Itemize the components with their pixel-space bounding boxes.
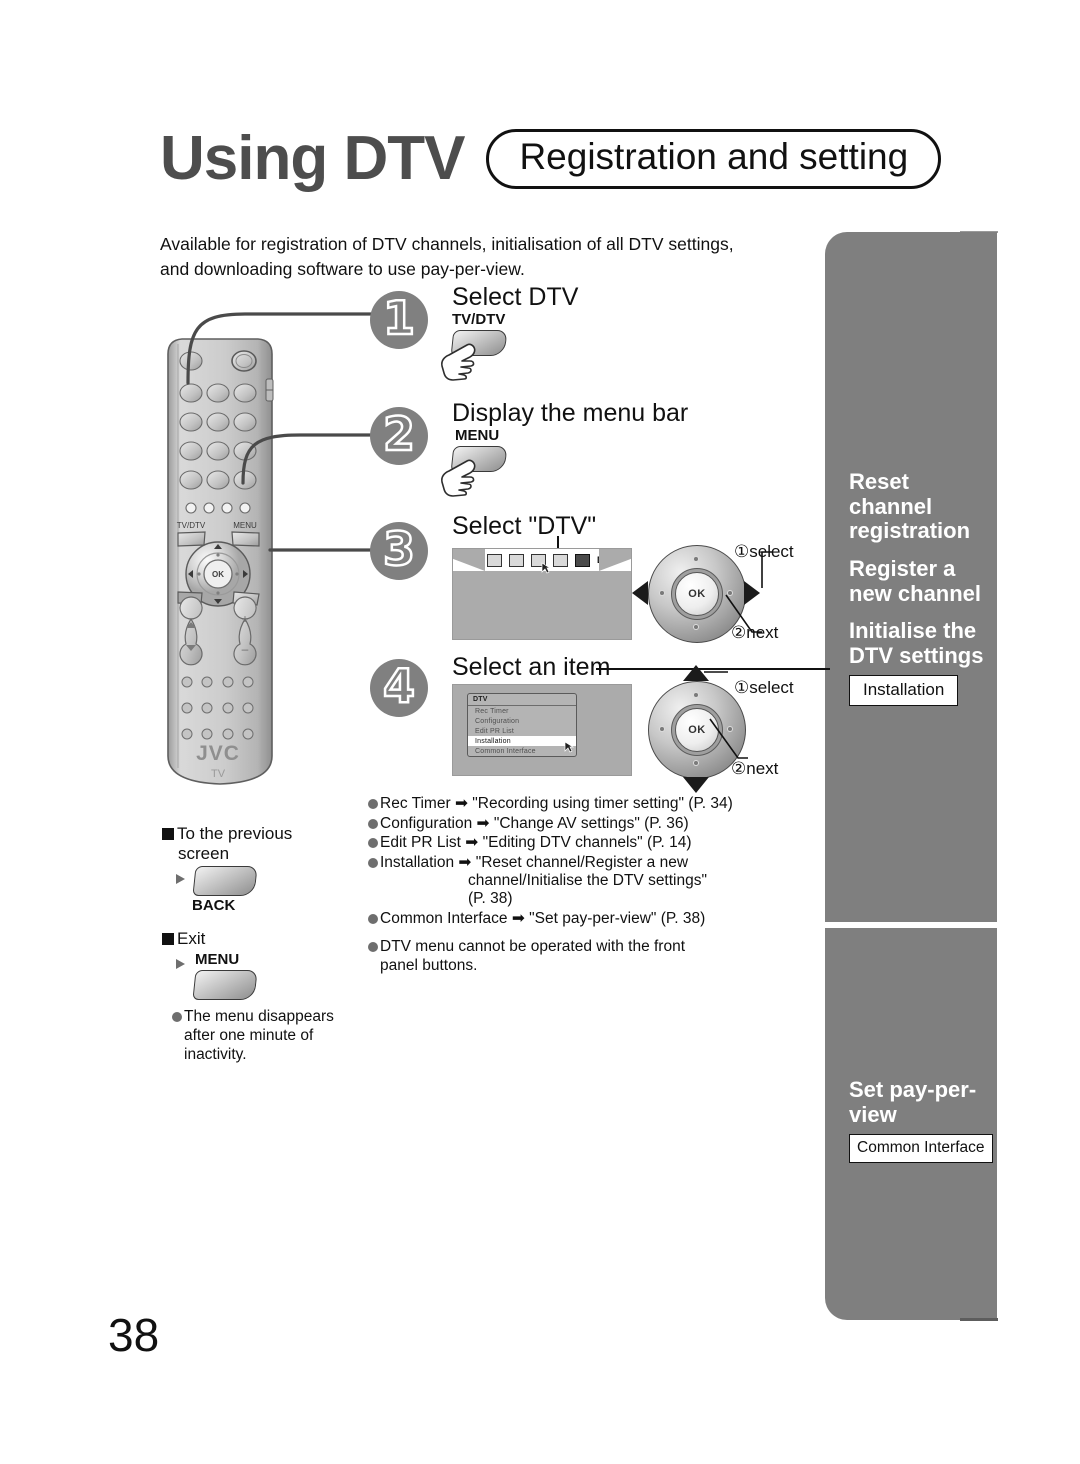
step-badge-4: 4 xyxy=(370,658,428,717)
arrow-right-glyph: ➡ xyxy=(465,834,479,852)
list-item: Rec Timer ➡ "Recording using timer setti… xyxy=(368,795,823,813)
note-exit-heading: Exit xyxy=(177,929,206,948)
front-panel-note-text: DTV menu cannot be operated with the fro… xyxy=(380,938,686,974)
list-item-text: Installation ➡ "Reset channel/Register a… xyxy=(380,854,823,908)
panel-heading-register: Register a new channel xyxy=(849,555,982,606)
intro-paragraph: Available for registration of DTV channe… xyxy=(160,234,734,280)
nav-dot-left-4 xyxy=(660,727,664,731)
panel-heading-payperview: Set pay-per-view xyxy=(849,1077,977,1127)
setup-icon[interactable] xyxy=(553,553,568,567)
menu-cursor-icon xyxy=(541,562,551,574)
nav-dot-down xyxy=(694,625,698,629)
dtv-menu-panel: DTV Rec Timer Configuration Edit PR List… xyxy=(467,693,577,757)
step3-next-label: ②next xyxy=(731,623,779,642)
panel-heading-initialise: Initialise the DTV settings xyxy=(849,618,984,668)
page-title: Using DTV xyxy=(160,124,465,193)
note-exit: Exit xyxy=(162,929,205,949)
step-title-1: Select DTV xyxy=(452,283,579,311)
list-item-text: Common Interface ➡ "Set pay-per-view" (P… xyxy=(380,909,706,927)
sound-icon[interactable] xyxy=(509,553,524,567)
dtv-menu-title: DTV xyxy=(468,694,576,706)
menu-key-illustration-2 xyxy=(192,970,258,1000)
square-bullet-icon-2 xyxy=(162,933,174,945)
step-badge-1: 1 xyxy=(370,290,428,349)
nav-dot-left xyxy=(660,591,664,595)
panel-section-reset: Reset channel registration Register a ne… xyxy=(849,469,999,706)
note-exit-detail: The menu disappears after one minute of … xyxy=(172,1008,362,1065)
manual-page: Using DTV Registration and setting Avail… xyxy=(0,0,1080,1464)
note-previous-screen: To the previous screen xyxy=(162,824,292,864)
note-back-heading-l1: To the previous xyxy=(177,824,293,843)
step-title-4: Select an item xyxy=(452,653,611,681)
front-panel-note: DTV menu cannot be operated with the fro… xyxy=(368,938,688,975)
list-item: Configuration ➡ "Change AV settings" (P.… xyxy=(368,815,823,833)
step-title-2: Display the menu bar xyxy=(452,399,689,427)
pointing-hand-icon xyxy=(441,343,476,381)
tv-menubar-screen: DTV xyxy=(452,548,632,640)
svg-text:+: + xyxy=(241,612,248,626)
panel-chip-common-interface: Common Interface xyxy=(849,1134,993,1163)
panel-heading-reset: Reset channel registration xyxy=(849,469,971,544)
dtv-menu-item-configuration[interactable]: Configuration xyxy=(468,716,576,726)
list-item-cont2: (P. 38) xyxy=(468,890,513,908)
panel-chip-installation: Installation xyxy=(849,675,959,706)
panel-bottom-edge xyxy=(960,1318,998,1321)
dtv-menu-item-installation[interactable]: Installation xyxy=(468,736,576,746)
back-key-illustration xyxy=(192,866,258,896)
tv-dtv-menu-screen: DTV Rec Timer Configuration Edit PR List… xyxy=(452,684,632,776)
bullet-dot-icon xyxy=(368,942,378,952)
panel-section-payperview: Set pay-per-view Common Interface xyxy=(849,1077,999,1163)
bullet-dot-icon xyxy=(368,799,378,809)
step4-select-label: ①select xyxy=(734,678,794,697)
svg-text:–: – xyxy=(242,642,249,656)
step3-select-label: ①select xyxy=(734,542,794,561)
svg-text:TV: TV xyxy=(211,768,226,780)
back-key-label: BACK xyxy=(192,897,236,914)
menu-item-reference-list: Rec Timer ➡ "Recording using timer setti… xyxy=(368,795,823,929)
list-item: Edit PR List ➡ "Editing DTV channels" (P… xyxy=(368,834,823,852)
dtv-menu-item-rec-timer[interactable]: Rec Timer xyxy=(468,706,576,716)
list-item-text: Edit PR List ➡ "Editing DTV channels" (P… xyxy=(380,834,692,852)
arrow-right-icon-exit xyxy=(176,957,185,975)
arrow-right-glyph: ➡ xyxy=(454,795,468,812)
pointing-hand-icon-2 xyxy=(441,459,476,497)
list-item-text: Rec Timer ➡ "Recording using timer setti… xyxy=(380,795,733,812)
note-exit-detail-text: The menu disappears after one minute of … xyxy=(184,1008,334,1063)
arrow-right-glyph: ➡ xyxy=(511,909,525,927)
dtv-icon[interactable] xyxy=(575,553,590,567)
step4-next-label: ②next xyxy=(731,759,779,778)
header-subtitle-pill: Registration and setting xyxy=(486,129,942,189)
panel-section-divider xyxy=(825,922,997,928)
list-item-text: Configuration ➡ "Change AV settings" (P.… xyxy=(380,814,689,832)
arrow-left-icon-step3 xyxy=(632,581,648,605)
dtv-menu-cursor-icon xyxy=(564,741,574,753)
bullet-dot-icon xyxy=(368,857,378,868)
svg-text:JVC: JVC xyxy=(196,742,240,765)
bullet-dot-icon xyxy=(172,1012,182,1022)
picture-icon[interactable] xyxy=(487,553,502,567)
arrow-right-glyph: ➡ xyxy=(458,853,472,871)
bullet-dot-icon xyxy=(368,818,378,829)
step-badge-2: 2 xyxy=(370,406,428,465)
dtv-menu-item-edit-pr-list[interactable]: Edit PR List xyxy=(468,726,576,736)
dtv-menu-item-common-interface[interactable]: Common Interface xyxy=(468,746,576,756)
step1-key-label: TV/DTV xyxy=(452,311,506,328)
arrow-right-icon-back xyxy=(176,872,185,890)
note-back-heading-l2: screen xyxy=(178,844,230,863)
nav-dot-up xyxy=(694,557,698,561)
square-bullet-icon xyxy=(162,828,174,840)
page-header: Using DTV Registration and setting xyxy=(160,124,942,193)
bullet-dot-icon xyxy=(368,838,378,849)
exit-key-label: MENU xyxy=(195,951,240,968)
list-item: Common Interface ➡ "Set pay-per-view" (P… xyxy=(368,910,823,928)
arrow-right-glyph: ➡ xyxy=(476,814,490,832)
page-number: 38 xyxy=(108,1309,160,1361)
list-item-cont: channel/Initialise the DTV settings" xyxy=(468,872,707,889)
step-badge-3: 3 xyxy=(370,521,428,580)
step2-key-label: MENU xyxy=(455,427,500,444)
bullet-dot-icon xyxy=(368,913,378,924)
list-item: Installation ➡ "Reset channel/Register a… xyxy=(368,854,823,908)
